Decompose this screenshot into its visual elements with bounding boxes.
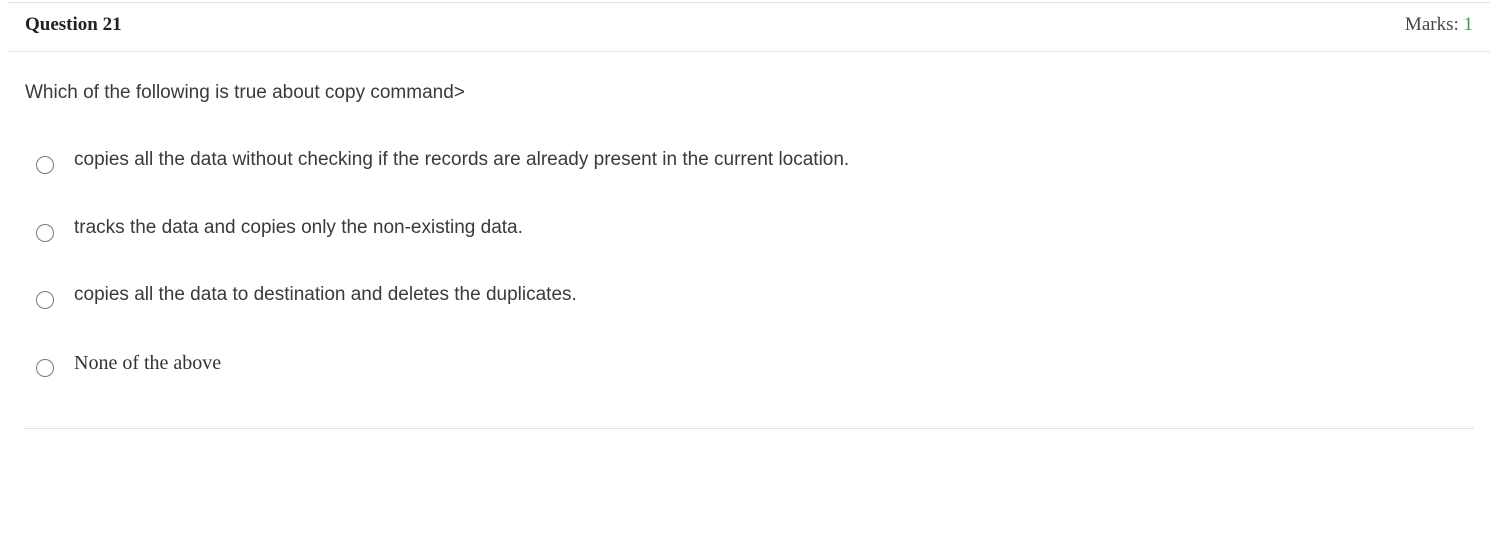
option-label: copies all the data to destination and d… — [74, 284, 577, 305]
marks-label: Marks: — [1404, 14, 1464, 35]
option-label: copies all the data without checking if … — [74, 149, 850, 170]
radio-button-icon[interactable] — [36, 224, 54, 242]
radio-button-icon[interactable] — [36, 156, 54, 174]
answer-option-1[interactable]: copies all the data without checking if … — [36, 149, 1136, 179]
divider — [24, 428, 1474, 429]
option-label: None of the above — [74, 352, 222, 374]
radio-button-icon[interactable] — [36, 359, 54, 377]
question-number: Question 21 — [25, 14, 122, 35]
question-text: Which of the following is true about cop… — [25, 82, 465, 103]
marks-value: 1 — [1463, 14, 1474, 35]
marks-display: Marks: 1 — [1405, 14, 1473, 36]
answer-option-4[interactable]: None of the above — [36, 352, 1136, 382]
answer-option-3[interactable]: copies all the data to destination and d… — [36, 284, 1136, 314]
question-header: Question 21 Marks: 1 — [7, 2, 1490, 52]
radio-button-icon[interactable] — [36, 291, 54, 309]
option-label: tracks the data and copies only the non-… — [74, 217, 523, 238]
answer-option-2[interactable]: tracks the data and copies only the non-… — [36, 217, 1136, 247]
